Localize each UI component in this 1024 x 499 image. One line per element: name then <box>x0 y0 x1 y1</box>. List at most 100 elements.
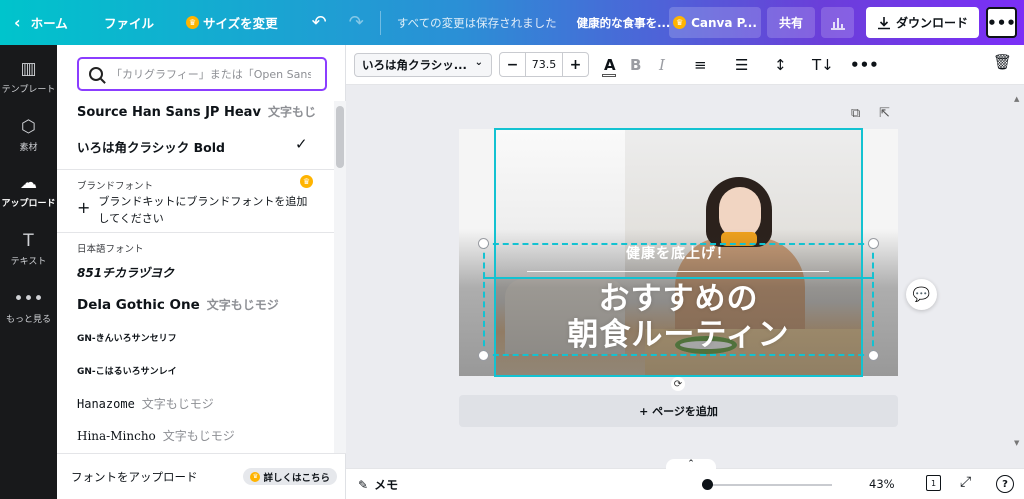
font-size-stepper: − 73.5 + <box>499 52 589 77</box>
font-item[interactable]: 851チカラヅヨク <box>77 264 317 281</box>
divider <box>57 232 334 233</box>
text-effects-icon[interactable]: T↓ <box>812 53 834 77</box>
resize-button[interactable]: ♛ サイズを変更 <box>186 0 278 45</box>
divider <box>57 169 334 170</box>
learn-more-button[interactable]: ♛ 詳しくはこちら <box>243 468 337 485</box>
undo-icon[interactable]: ↶ <box>312 0 327 45</box>
italic-icon[interactable]: I <box>659 53 665 77</box>
title-text[interactable]: おすすめの 朝食ルーティン <box>459 281 898 353</box>
checkmark-icon: ✓ <box>295 135 308 153</box>
fullscreen-icon[interactable]: ⤢ <box>960 474 971 490</box>
upload-font-link[interactable]: フォントをアップロード <box>71 469 198 485</box>
font-sample: 文字もじモジ <box>162 429 235 443</box>
redo-icon[interactable]: ↷ <box>349 0 364 45</box>
scroll-down-icon[interactable]: ▼ <box>1014 439 1019 447</box>
rail-item-text[interactable]: T テキスト <box>0 231 57 267</box>
rail-item-uploads[interactable]: ☁ アップロード <box>0 173 57 209</box>
resize-handle[interactable] <box>868 238 879 249</box>
chevron-down-icon: ⌄ <box>474 57 483 68</box>
more-options-button[interactable]: ••• <box>986 7 1017 38</box>
chevron-left-icon: ‹ <box>14 13 21 32</box>
rail-item-more[interactable]: ••• もっと見る <box>0 289 57 325</box>
font-item[interactable]: GN-こはるいろサンレイ <box>77 364 317 377</box>
decrease-size-button[interactable]: − <box>500 53 525 76</box>
top-bar: ‹ ホーム ファイル ♛ サイズを変更 ↶ ↷ すべての変更は保存されました 健… <box>0 0 1024 45</box>
rail-label: テキスト <box>10 257 47 267</box>
expand-pages-icon[interactable]: ⌃ <box>666 459 716 470</box>
share-button[interactable]: 共有 <box>767 7 815 38</box>
title-line-1: おすすめの <box>598 281 759 317</box>
align-center-icon[interactable]: ≡ <box>694 53 707 77</box>
font-item-selected[interactable]: いろは角クラシック Bold <box>77 137 317 156</box>
duplicate-page-icon[interactable]: ⧉ <box>851 106 860 121</box>
resize-handle[interactable] <box>478 350 489 361</box>
bold-icon[interactable]: B <box>630 53 641 77</box>
elements-icon: ⬡ <box>21 117 36 137</box>
zoom-slider[interactable] <box>702 484 832 486</box>
font-item[interactable]: Hanazome 文字もじモジ <box>77 395 317 412</box>
font-search-input[interactable] <box>111 67 311 81</box>
font-search-box[interactable] <box>77 57 327 91</box>
rail-item-elements[interactable]: ⬡ 素材 <box>0 117 57 153</box>
spacing-icon[interactable]: ↕ <box>774 53 787 77</box>
insights-chart-icon[interactable] <box>821 7 854 38</box>
subtitle-text[interactable]: 健康を底上げ！ <box>459 243 898 263</box>
bullet-list-icon[interactable]: ☰ <box>735 53 748 77</box>
font-name: GN-こはるいろサンレイ <box>77 367 177 377</box>
add-page-button[interactable]: + ページを追加 <box>459 395 898 427</box>
increase-size-button[interactable]: + <box>563 53 588 76</box>
crown-icon: ♛ <box>673 16 687 29</box>
text-color-icon[interactable]: A <box>602 53 616 77</box>
more-tools-icon[interactable]: ••• <box>850 53 879 77</box>
rail-item-templates[interactable]: ▥ テンプレート <box>0 59 57 95</box>
rotate-icon[interactable]: ⟳ <box>671 377 685 391</box>
zoom-level[interactable]: 43% <box>869 477 895 491</box>
font-family-dropdown[interactable]: いろは角クラシッ... ⌄ <box>354 53 492 77</box>
rail-label: もっと見る <box>5 315 51 325</box>
search-icon <box>89 67 103 81</box>
panel-scrollbar[interactable] <box>334 101 346 453</box>
add-page-icon[interactable]: ⇱ <box>879 106 890 121</box>
font-panel: Source Han Sans JP Heav 文字もじモジ いろは角クラシック… <box>57 45 346 499</box>
scroll-up-icon[interactable]: ▲ <box>1014 95 1019 103</box>
crown-icon: ♛ <box>300 175 313 188</box>
add-comment-icon[interactable]: 💬 <box>906 279 937 310</box>
notes-label: メモ <box>374 478 399 492</box>
font-name: Dela Gothic One <box>77 297 200 313</box>
more-icon: ••• <box>13 289 44 309</box>
help-icon[interactable]: ? <box>996 475 1014 493</box>
font-size-input[interactable]: 73.5 <box>525 53 563 76</box>
font-item[interactable]: Hina-Mincho 文字もじモジ <box>77 427 317 444</box>
canvas-scrollbar[interactable]: ▲ ▼ <box>1014 95 1022 450</box>
download-button[interactable]: ダウンロード <box>866 7 979 38</box>
canva-pro-button[interactable]: ♛ Canva P... <box>669 7 761 38</box>
text-icon: T <box>23 231 34 251</box>
learn-more-label: 詳しくはこちら <box>263 472 330 484</box>
page-count-button[interactable]: 1 <box>926 475 941 491</box>
font-item[interactable]: GN-きんいろサンセリフ <box>77 331 317 344</box>
scrollbar-thumb[interactable] <box>336 106 344 168</box>
add-brand-font[interactable]: + ブランドキットにブランドフォントを追加してください <box>77 193 312 227</box>
panel-footer: フォントをアップロード ♛ 詳しくはこちら <box>57 453 346 499</box>
font-name: いろは角クラシック Bold <box>77 140 225 155</box>
font-family-value: いろは角クラシッ... <box>362 58 467 72</box>
download-icon <box>877 16 890 29</box>
font-item[interactable]: Dela Gothic One 文字もじモジ <box>77 296 317 313</box>
font-name: Source Han Sans JP Heav <box>77 105 261 120</box>
resize-label: サイズを変更 <box>203 16 278 31</box>
rail-label: テンプレート <box>1 85 56 95</box>
trash-icon[interactable]: 🗑 <box>993 53 1012 71</box>
resize-handle[interactable] <box>868 350 879 361</box>
notes-button[interactable]: ✎ メモ <box>358 476 398 493</box>
resize-handle[interactable] <box>478 238 489 249</box>
file-menu-button[interactable]: ファイル <box>104 0 154 45</box>
document-title[interactable]: 健康的な食事を... <box>577 0 671 45</box>
home-button[interactable]: ‹ ホーム <box>0 0 84 45</box>
design-page[interactable]: 健康を底上げ！ おすすめの 朝食ルーティン <box>459 129 898 376</box>
plus-icon: + <box>77 198 91 217</box>
zoom-slider-handle[interactable] <box>702 479 713 490</box>
font-item[interactable]: Source Han Sans JP Heav 文字もじモジ <box>77 103 317 120</box>
canva-pro-label: Canva P... <box>691 15 757 30</box>
home-label: ホーム <box>30 16 68 31</box>
template-icon: ▥ <box>20 59 37 79</box>
